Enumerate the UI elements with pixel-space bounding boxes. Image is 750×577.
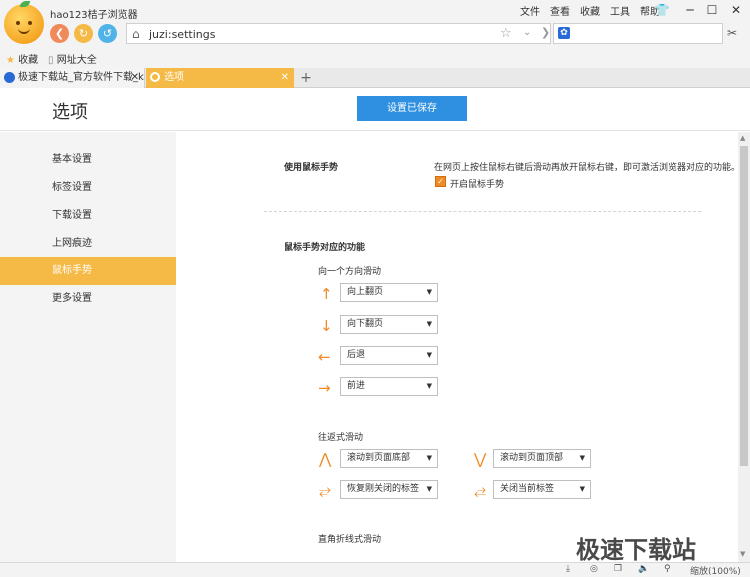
browser-chrome: hao123桔子浏览器 文件 查看 收藏 工具 帮助 👕 ─ ☐ ✕ ❮ ↻ ↺… <box>0 0 750 68</box>
caret-down-icon: ▼ <box>426 454 432 462</box>
refresh-button[interactable]: ↻ <box>74 24 93 43</box>
gesture-up-down-select[interactable]: 滚动到页面顶部 ▼ <box>493 449 591 468</box>
one-direction-title: 向一个方向滑动 <box>318 267 382 277</box>
arrow-right-icon: → <box>318 379 331 397</box>
caret-down-icon: ▼ <box>426 382 432 390</box>
bookmark-star-icon[interactable]: ☆ <box>500 26 512 41</box>
status-bar: ⤓ ◎ ❐ 🔈 ⚲ 缩放(100%) <box>0 562 750 577</box>
scissors-icon[interactable]: ✂ <box>727 26 737 40</box>
menu-view[interactable]: 查看 <box>550 3 570 18</box>
watermark-text: 极速下载站 <box>576 536 696 564</box>
scroll-up-icon[interactable]: ▲ <box>740 134 745 142</box>
star-icon: ★ <box>6 55 15 66</box>
app-title: hao123桔子浏览器 <box>50 10 138 21</box>
skin-icon[interactable]: 👕 <box>652 2 672 18</box>
sidebar-item-basic[interactable]: 基本设置 <box>0 146 176 174</box>
scroll-thumb[interactable] <box>740 146 748 466</box>
new-tab-button[interactable]: + <box>296 68 316 88</box>
roundtrip-title: 往返式滑动 <box>318 433 364 443</box>
back-button[interactable]: ❮ <box>50 24 69 43</box>
undo-button[interactable]: ↺ <box>98 24 117 43</box>
caret-down-icon: ▼ <box>579 454 585 462</box>
zoom-icon[interactable]: ⚲ <box>664 564 671 574</box>
tab-jisu[interactable]: 极速下载站_官方软件下载_k ✕ <box>0 68 145 88</box>
functions-title: 鼠标手势对应的功能 <box>284 243 366 253</box>
favorites-bar: ★ 收藏 ▯ 网址大全 <box>0 48 750 68</box>
gesture-down-up-select[interactable]: 滚动到页面底部 ▼ <box>340 449 438 468</box>
settings-content: 使用鼠标手势 在网页上按住鼠标右键后滑动再放开鼠标右键，即可激活浏览器对应的功能… <box>176 132 738 562</box>
search-input[interactable]: ✿ <box>553 23 723 44</box>
gesture-left-select[interactable]: 后退 ▼ <box>340 346 438 365</box>
sidebar-item-history[interactable]: 上网痕迹 <box>0 230 176 258</box>
address-bar[interactable]: ⌂ juzi:settings ☆ ⌄ ❯ <box>126 23 551 44</box>
tab-close-icon[interactable]: ✕ <box>281 68 289 88</box>
menu-file[interactable]: 文件 <box>520 3 540 18</box>
sidebar-item-download[interactable]: 下载设置 <box>0 202 176 230</box>
settings-sidebar: 基本设置 标签设置 下载设置 上网痕迹 鼠标手势 更多设置 <box>0 132 176 562</box>
menu-tools[interactable]: 工具 <box>610 3 630 18</box>
arrow-left-icon: ← <box>318 348 331 366</box>
zoom-level[interactable]: 缩放(100%) <box>690 564 741 577</box>
menu-bar: 文件 查看 收藏 工具 帮助 <box>520 3 670 18</box>
window-icon[interactable]: ❐ <box>614 564 622 574</box>
sidebar-item-tabs[interactable]: 标签设置 <box>0 174 176 202</box>
down-up-icon: ⋀ <box>319 450 332 468</box>
tab-bar: 极速下载站_官方软件下载_k ✕ 选项 ✕ + <box>0 68 750 88</box>
chevron-down-icon[interactable]: ⌄ <box>523 27 531 38</box>
ie-globe-icon <box>4 72 15 83</box>
caret-down-icon: ▼ <box>579 485 585 493</box>
menu-favorites[interactable]: 收藏 <box>580 3 600 18</box>
gesture-right-select[interactable]: 前进 ▼ <box>340 377 438 396</box>
page-header: 选项 设置已保存 <box>0 88 750 131</box>
caret-down-icon: ▼ <box>426 320 432 328</box>
gesture-right-left-select[interactable]: 关闭当前标签 ▼ <box>493 480 591 499</box>
enable-gesture-label: 开启鼠标手势 <box>450 180 505 190</box>
corner-title: 直角折线式滑动 <box>318 535 382 545</box>
page-title: 选项 <box>52 102 88 123</box>
gesture-section-label: 使用鼠标手势 <box>284 163 339 173</box>
go-arrow-icon[interactable]: ❯ <box>541 26 550 39</box>
target-icon[interactable]: ◎ <box>590 564 598 574</box>
up-down-icon: ⋁ <box>474 450 487 468</box>
download-icon[interactable]: ⤓ <box>566 564 570 574</box>
enable-gesture-checkbox[interactable]: ✓ <box>435 176 446 187</box>
caret-down-icon: ▼ <box>426 485 432 493</box>
address-url: juzi:settings <box>149 28 216 41</box>
sidebar-item-more[interactable]: 更多设置 <box>0 285 176 313</box>
arrow-up-icon: ↑ <box>320 285 333 303</box>
favorites-button[interactable]: ★ 收藏 <box>6 51 38 66</box>
gesture-down-select[interactable]: 向下翻页 ▼ <box>340 315 438 334</box>
gesture-up-select[interactable]: 向上翻页 ▼ <box>340 283 438 302</box>
page-icon: ▯ <box>48 55 54 66</box>
arrow-down-icon: ↓ <box>320 317 333 335</box>
sidebar-item-mouse-gesture[interactable]: 鼠标手势 <box>0 257 176 285</box>
left-right-icon: ⥂ <box>319 481 332 499</box>
caret-down-icon: ▼ <box>426 351 432 359</box>
minimize-icon[interactable]: ─ <box>680 2 700 18</box>
gesture-left-right-select[interactable]: 恢复刚关闭的标签 ▼ <box>340 480 438 499</box>
gesture-description: 在网页上按住鼠标右键后滑动再放开鼠标右键，即可激活浏览器对应的功能。 <box>434 163 738 173</box>
tab-options[interactable]: 选项 ✕ <box>146 68 294 88</box>
divider <box>264 211 701 212</box>
orange-logo-icon <box>4 1 44 44</box>
home-icon[interactable]: ⌂ <box>132 27 140 41</box>
page-scrollbar[interactable]: ▲ ▼ <box>738 132 750 562</box>
hao123-link[interactable]: ▯ 网址大全 <box>48 51 97 66</box>
settings-saved-button[interactable]: 设置已保存 <box>357 96 467 121</box>
baidu-paw-icon[interactable]: ✿ <box>558 27 570 39</box>
tab-close-icon[interactable]: ✕ <box>131 68 139 88</box>
scroll-down-icon[interactable]: ▼ <box>740 550 745 558</box>
speaker-icon[interactable]: 🔈 <box>638 564 649 574</box>
maximize-icon[interactable]: ☐ <box>702 2 722 18</box>
right-left-icon: ⥄ <box>474 481 487 499</box>
close-icon[interactable]: ✕ <box>726 2 746 18</box>
caret-down-icon: ▼ <box>426 288 432 296</box>
gear-icon <box>150 72 160 82</box>
